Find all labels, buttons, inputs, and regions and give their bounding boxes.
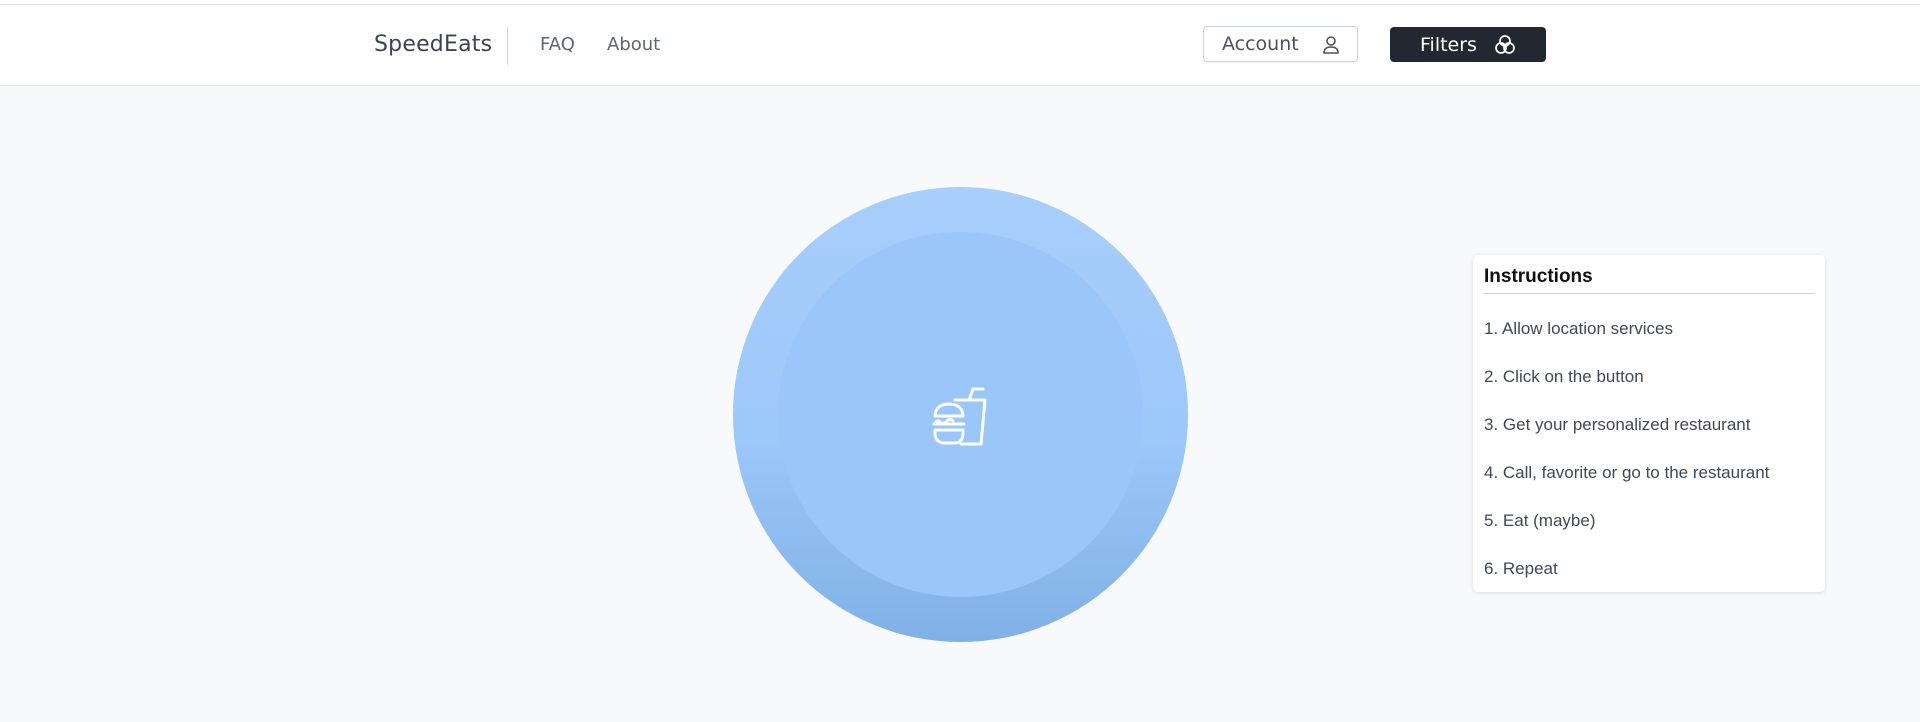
nav-link-faq[interactable]: FAQ <box>540 34 575 55</box>
nav-link-about[interactable]: About <box>607 34 660 55</box>
filters-button-label: Filters <box>1420 33 1477 56</box>
find-restaurant-button[interactable] <box>733 187 1188 642</box>
instructions-title: Instructions <box>1484 266 1593 287</box>
instruction-step: 3. Get your personalized restaurant <box>1484 415 1751 434</box>
brand-logo[interactable]: SpeedEats <box>374 32 492 57</box>
instructions-panel: Instructions 1. Allow location services … <box>1473 255 1825 592</box>
instruction-step: 2. Click on the button <box>1484 367 1644 386</box>
filter-circles-icon <box>1495 35 1515 54</box>
account-button-label: Account <box>1222 33 1299 55</box>
instructions-list: 1. Allow location services 2. Click on t… <box>1484 319 1769 607</box>
account-button[interactable]: Account <box>1203 26 1358 62</box>
nav-divider <box>507 27 508 65</box>
instructions-divider <box>1484 293 1815 294</box>
instruction-step: 5. Eat (maybe) <box>1484 511 1596 530</box>
instruction-step: 1. Allow location services <box>1484 319 1673 338</box>
burger-drink-icon <box>932 387 987 446</box>
instruction-step: 6. Repeat <box>1484 559 1558 578</box>
filters-button[interactable]: Filters <box>1390 27 1546 62</box>
instruction-step: 4. Call, favorite or go to the restauran… <box>1484 463 1770 482</box>
navbar: SpeedEats FAQ About Account Filters <box>0 5 1920 86</box>
user-icon <box>1323 36 1339 54</box>
main-area: Instructions 1. Allow location services … <box>0 86 1920 722</box>
